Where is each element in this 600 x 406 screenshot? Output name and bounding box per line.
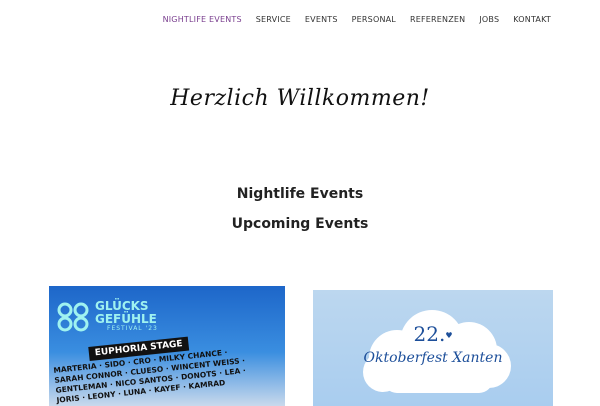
- nav-item-referenzen[interactable]: REFERENZEN: [410, 15, 465, 24]
- nav-item-events[interactable]: EVENTS: [305, 15, 338, 24]
- event-name: Oktoberfest Xanten: [363, 350, 503, 366]
- main-nav: NIGHTLIFE EVENTS SERVICE EVENTS PERSONAL…: [163, 15, 551, 24]
- festival-logo-icon: [57, 302, 89, 332]
- event-card-gluecksgefuehle[interactable]: GLÜCKS GEFÜHLE FESTIVAL '23 EUPHORIA STA…: [49, 286, 285, 406]
- nav-item-jobs[interactable]: JOBS: [479, 15, 499, 24]
- event-card-oktoberfest[interactable]: 22.♥ Oktoberfest Xanten: [313, 290, 553, 406]
- section-heading-upcoming: Upcoming Events: [231, 216, 369, 232]
- nav-item-nightlife-events[interactable]: NIGHTLIFE EVENTS: [163, 15, 242, 24]
- festival-subtitle: FESTIVAL '23: [107, 325, 158, 332]
- heart-icon: ♥: [445, 331, 453, 340]
- section-heading-nightlife: Nightlife Events: [236, 186, 364, 202]
- event-date-number: 22.♥: [313, 322, 553, 346]
- nav-item-service[interactable]: SERVICE: [256, 15, 291, 24]
- nav-item-personal[interactable]: PERSONAL: [352, 15, 396, 24]
- nav-item-kontakt[interactable]: KONTAKT: [513, 15, 551, 24]
- festival-title: GLÜCKS GEFÜHLE: [95, 300, 157, 326]
- hero-title: Herzlich Willkommen!: [170, 86, 430, 111]
- event-number: 22.: [413, 322, 446, 346]
